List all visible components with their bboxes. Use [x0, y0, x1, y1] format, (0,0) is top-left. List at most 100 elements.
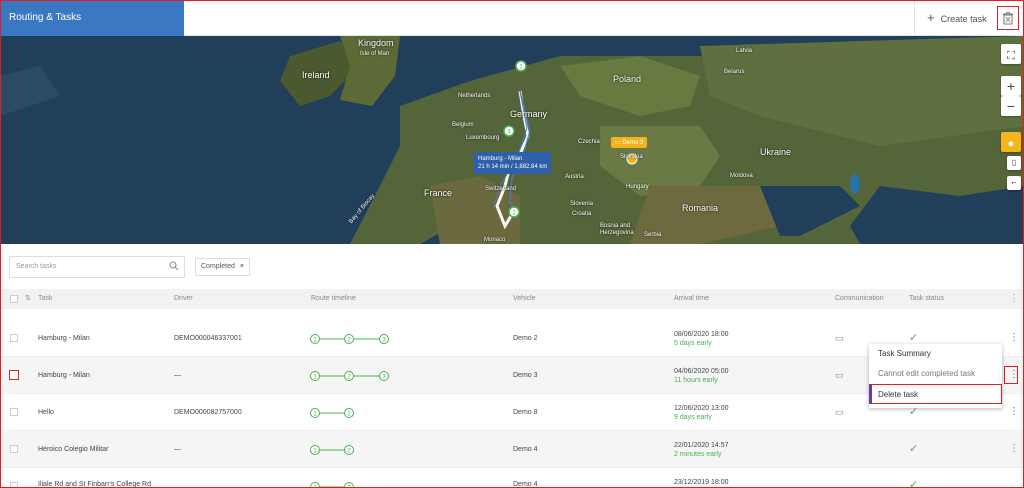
vehicle-name: Demo 4 — [513, 446, 538, 453]
map-label: Luxembourg — [466, 135, 500, 141]
driver-id: DEMO000046337001 — [174, 335, 242, 342]
route-timeline: 1 2 3 — [310, 334, 389, 344]
task-name: Hello — [38, 409, 54, 416]
search-icon[interactable] — [169, 261, 179, 271]
plus-icon: + — [927, 10, 935, 25]
map-label: Czechia — [578, 139, 600, 145]
route-tooltip: Hamburg - Milan 21 h 14 min / 1,882.84 k… — [474, 152, 552, 174]
route-stop-marker[interactable]: 2 — [507, 205, 521, 219]
map-label: Belarus — [724, 69, 745, 75]
map-label: Romania — [682, 203, 719, 213]
column-header-arrival-time[interactable]: Arrival time — [674, 289, 709, 309]
check-circle-icon: ✓ — [909, 443, 919, 455]
menu-item-delete-task[interactable]: Delete task — [869, 384, 1002, 404]
filter-chip-completed[interactable]: Completed × — [195, 258, 250, 276]
map-label: Netherlands — [458, 93, 491, 99]
vehicle-name: Demo 2 — [513, 335, 538, 342]
chat-icon[interactable]: ▭ — [835, 320, 844, 357]
arrival-time: 08/06/2020 18:00 5 days early — [674, 330, 729, 348]
app-title: Routing & Tasks — [0, 0, 184, 36]
map-option-button[interactable]: ⌐ — [1007, 176, 1021, 190]
menu-item-cannot-edit: Cannot edit completed task — [878, 369, 975, 378]
column-header-task[interactable]: Task — [38, 289, 52, 309]
menu-item-task-summary[interactable]: Task Summary — [869, 344, 1002, 364]
row-checkbox[interactable] — [9, 370, 19, 380]
column-header-vehicle[interactable]: Vehicle — [513, 289, 536, 309]
remove-filter-icon[interactable]: × — [240, 263, 244, 270]
trash-button[interactable] — [997, 6, 1019, 30]
plus-icon: + — [1006, 78, 1016, 94]
map-label: Kingdom — [358, 38, 394, 48]
driver-id: DEMO000082757000 — [174, 409, 242, 416]
map-label: Serbia — [644, 232, 662, 238]
map-label: Slovakia — [620, 154, 643, 160]
sort-icon[interactable]: ⇅ — [25, 289, 31, 309]
arrival-time: 22/01/2020 14:57 2 minutes early — [674, 441, 729, 459]
fullscreen-button[interactable]: ⛶ — [1001, 44, 1021, 64]
filter-chip-label: Completed — [201, 263, 235, 270]
column-header-route-timeline[interactable]: Route timeline — [311, 289, 356, 309]
map-label: Belgium — [452, 122, 474, 128]
table-row[interactable]: Heroico Colegio Militar — 1 2 Demo 4 22/… — [0, 431, 1024, 468]
row-menu-icon[interactable]: ⋮ — [1009, 333, 1019, 343]
arrival-datetime: 12/06/2020 13:00 — [674, 405, 729, 412]
route-tooltip-detail: 21 h 14 min / 1,882.84 km — [478, 164, 548, 170]
row-menu-icon[interactable]: ⋮ — [1009, 444, 1019, 454]
search-input[interactable]: Search tasks — [9, 256, 185, 278]
arrival-note: 9 days early — [674, 414, 712, 421]
chat-icon[interactable]: ▭ — [835, 394, 844, 431]
create-task-button[interactable]: + Create task — [914, 0, 994, 36]
select-all-checkbox[interactable] — [10, 295, 18, 303]
column-options-icon[interactable]: ⋮ — [1009, 289, 1019, 309]
row-checkbox[interactable] — [10, 334, 18, 342]
row-menu-icon[interactable]: ⋮ — [1009, 407, 1019, 417]
minus-icon: − — [1006, 98, 1016, 114]
search-placeholder: Search tasks — [16, 263, 57, 270]
map-label: Monaco — [484, 237, 506, 243]
map-label: Germany — [510, 109, 548, 119]
column-header-communication[interactable]: Communication — [835, 289, 884, 309]
route-stop-marker[interactable]: 1 — [514, 59, 528, 73]
arrival-datetime: 04/06/2020 05:00 — [674, 368, 729, 375]
arrival-datetime: 22/01/2020 14:57 — [674, 442, 729, 449]
top-bar: Routing & Tasks + Create task — [0, 0, 1024, 36]
route-stop-marker[interactable]: 3 — [502, 124, 516, 138]
map-label: Bosnia and Herzegovina — [600, 223, 634, 236]
map-label: Switzerland — [485, 186, 517, 192]
driver-id: — — [174, 446, 181, 453]
corner-icon: ⌐ — [1011, 178, 1017, 187]
route-map[interactable]: Kingdom Isle of Man Ireland Netherlands … — [0, 36, 1024, 244]
check-circle-icon: ✓ — [909, 479, 919, 488]
arrival-datetime: 08/06/2020 18:00 — [674, 331, 729, 338]
truck-icon: ▭ — [615, 140, 621, 146]
task-name: Hamburg - Milan — [38, 372, 90, 379]
map-label: Slovenia — [570, 201, 594, 207]
column-header-task-status[interactable]: Task status — [909, 289, 944, 309]
route-timeline: 1 2 3 — [310, 371, 389, 381]
vehicle-tag[interactable]: ▭ Demo 3 — [611, 137, 648, 148]
map-label: Latvia — [736, 48, 753, 54]
pegman-icon: ● — [1007, 138, 1015, 150]
zoom-out-button[interactable]: − — [1001, 96, 1021, 116]
row-checkbox[interactable] — [10, 445, 18, 453]
table-header: ⇅ Task Driver Route timeline Vehicle Arr… — [0, 289, 1024, 309]
chat-icon[interactable]: ▭ — [835, 357, 844, 394]
layer-icon: ▯ — [1011, 158, 1017, 167]
row-menu-highlight — [1004, 366, 1018, 384]
vehicle-name: Demo 4 — [513, 481, 538, 488]
task-name: Hamburg - Milan — [38, 335, 90, 342]
task-name: Iliale Rd and St Finbarr's College Rd — [38, 481, 152, 488]
arrival-time: 04/06/2020 05:00 11 hours early — [674, 367, 729, 385]
map-label: Ukraine — [760, 147, 792, 157]
vehicle-name: Demo 3 — [513, 372, 538, 379]
table-row[interactable]: Iliale Rd and St Finbarr's College Rd 1 … — [0, 468, 1024, 488]
map-layer-button[interactable]: ▯ — [1007, 156, 1021, 170]
street-view-button[interactable]: ● — [1001, 132, 1021, 152]
column-header-driver[interactable]: Driver — [174, 289, 193, 309]
row-checkbox[interactable] — [10, 482, 18, 487]
zoom-in-button[interactable]: + — [1001, 76, 1021, 96]
row-checkbox[interactable] — [10, 408, 18, 416]
task-name: Heroico Colegio Militar — [38, 446, 109, 453]
row-context-menu: Task Summary Cannot edit completed task … — [869, 344, 1002, 408]
route-timeline: 1 2 — [310, 445, 354, 455]
